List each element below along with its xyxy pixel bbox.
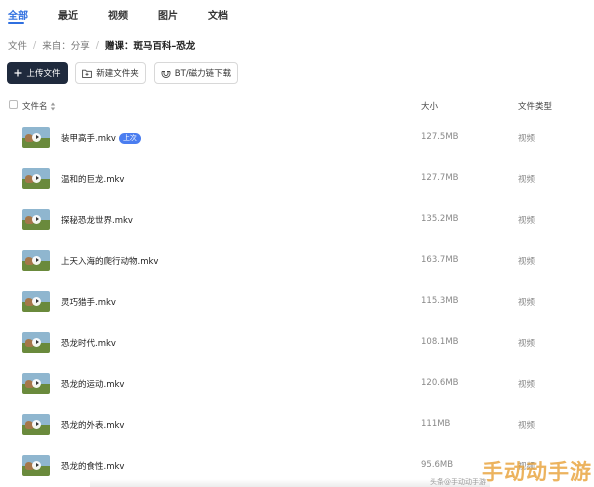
file-size: 127.7MB <box>421 173 459 183</box>
file-name[interactable]: 恐龙时代.mkv <box>61 337 116 349</box>
file-size: 95.6MB <box>421 460 454 470</box>
table-row[interactable]: 恐龙时代.mkv 108.1MB 视频 <box>0 322 594 363</box>
file-size: 111MB <box>421 419 451 429</box>
file-name-text: 恐龙的运动.mkv <box>61 380 125 390</box>
bt-magnet-download-label: BT/磁力链下载 <box>174 69 232 79</box>
file-name-text: 恐龙时代.mkv <box>61 339 116 349</box>
plus-icon <box>14 69 22 77</box>
play-icon <box>32 256 41 265</box>
file-type: 视频 <box>518 257 536 267</box>
table-row[interactable]: 上天入海的爬行动物.mkv 163.7MB 视频 <box>0 240 594 281</box>
file-name-text: 上天入海的爬行动物.mkv <box>61 257 159 267</box>
file-size: 120.6MB <box>421 378 459 388</box>
video-thumbnail[interactable] <box>22 332 50 353</box>
file-table-header: 文件名 大小 文件类型 <box>0 96 594 114</box>
file-name[interactable]: 探秘恐龙世界.mkv <box>61 214 133 226</box>
table-row[interactable]: 灵巧猎手.mkv 115.3MB 视频 <box>0 281 594 322</box>
video-thumbnail[interactable] <box>22 127 50 148</box>
video-thumbnail[interactable] <box>22 168 50 189</box>
file-name-text: 恐龙的外表.mkv <box>61 421 125 431</box>
file-name-text: 恐龙的食性.mkv <box>61 462 125 472</box>
tab-recent[interactable]: 最近 <box>58 7 78 22</box>
file-name[interactable]: 恐龙的食性.mkv <box>61 460 124 472</box>
active-tab-indicator <box>8 22 24 24</box>
file-type: 视频 <box>518 339 536 349</box>
tab-video[interactable]: 视频 <box>108 7 128 22</box>
file-type: 视频 <box>518 134 536 144</box>
bt-magnet-download-button[interactable]: BT/磁力链下载 <box>154 62 238 84</box>
video-thumbnail[interactable] <box>22 373 50 394</box>
file-type: 视频 <box>518 298 536 308</box>
breadcrumb-source[interactable]: 来自：分享 <box>42 38 90 52</box>
file-name-text: 灵巧猎手.mkv <box>61 298 116 308</box>
file-name-text: 探秘恐龙世界.mkv <box>61 216 133 226</box>
column-header-name[interactable]: 文件名 <box>22 100 56 112</box>
file-name[interactable]: 上天入海的爬行动物.mkv <box>61 255 158 267</box>
column-name-label: 文件名 <box>22 102 48 112</box>
magnet-link-icon <box>161 69 171 78</box>
breadcrumb: 文件 / 来自：分享 / 赠课：斑马百科–恐龙 <box>8 38 196 53</box>
play-icon <box>32 420 41 429</box>
file-type: 视频 <box>518 175 536 185</box>
select-all-checkbox[interactable] <box>9 100 18 109</box>
table-row[interactable]: 温和的巨龙.mkv 127.7MB 视频 <box>0 158 594 199</box>
video-thumbnail[interactable] <box>22 291 50 312</box>
file-name[interactable]: 装甲高手.mkv 上次 <box>61 132 141 144</box>
file-size: 115.3MB <box>421 296 459 306</box>
breadcrumb-root[interactable]: 文件 <box>8 38 27 52</box>
video-thumbnail[interactable] <box>22 209 50 230</box>
folder-plus-icon <box>82 69 93 78</box>
category-tabs: 全部 最近 视频 图片 文档 <box>0 0 594 28</box>
upload-file-button[interactable]: 上传文件 <box>7 62 68 84</box>
new-folder-label: 新建文件夹 <box>96 69 139 79</box>
play-icon <box>32 461 41 470</box>
play-icon <box>32 215 41 224</box>
file-name[interactable]: 温和的巨龙.mkv <box>61 173 124 185</box>
sort-icon <box>50 102 56 111</box>
video-thumbnail[interactable] <box>22 250 50 271</box>
column-header-size[interactable]: 大小 <box>421 100 438 112</box>
file-name[interactable]: 恐龙的外表.mkv <box>61 419 124 431</box>
video-thumbnail[interactable] <box>22 455 50 476</box>
breadcrumb-current: 赠课：斑马百科–恐龙 <box>104 41 196 52</box>
watermark-source: 头条@手动动手游 <box>430 478 486 486</box>
play-icon <box>32 297 41 306</box>
watermark-logo: 手动动手游 <box>482 460 592 484</box>
tab-all[interactable]: 全部 <box>8 7 28 22</box>
table-row[interactable]: 恐龙的运动.mkv 120.6MB 视频 <box>0 363 594 404</box>
play-icon <box>32 338 41 347</box>
tab-image[interactable]: 图片 <box>158 7 178 22</box>
video-thumbnail[interactable] <box>22 414 50 435</box>
file-name[interactable]: 恐龙的运动.mkv <box>61 378 124 390</box>
breadcrumb-separator: / <box>95 39 99 51</box>
file-type: 视频 <box>518 380 536 390</box>
upload-file-label: 上传文件 <box>26 69 61 79</box>
new-folder-button[interactable]: 新建文件夹 <box>75 62 146 84</box>
play-icon <box>32 174 41 183</box>
tab-document[interactable]: 文档 <box>208 7 228 22</box>
breadcrumb-separator: / <box>33 39 37 51</box>
file-name-text: 温和的巨龙.mkv <box>61 175 125 185</box>
play-icon <box>32 379 41 388</box>
file-size: 127.5MB <box>421 132 459 142</box>
table-row[interactable]: 装甲高手.mkv 上次 127.5MB 视频 <box>0 117 594 158</box>
file-size: 163.7MB <box>421 255 459 265</box>
file-size: 135.2MB <box>421 214 459 224</box>
table-row[interactable]: 恐龙的外表.mkv 111MB 视频 <box>0 404 594 445</box>
file-type: 视频 <box>518 421 536 431</box>
column-header-type[interactable]: 文件类型 <box>518 100 552 112</box>
file-size: 108.1MB <box>421 337 459 347</box>
file-name-text: 装甲高手.mkv <box>61 134 116 144</box>
play-icon <box>32 133 41 142</box>
file-name[interactable]: 灵巧猎手.mkv <box>61 296 116 308</box>
file-type: 视频 <box>518 216 536 226</box>
table-row[interactable]: 探秘恐龙世界.mkv 135.2MB 视频 <box>0 199 594 240</box>
last-viewed-badge: 上次 <box>118 133 141 144</box>
